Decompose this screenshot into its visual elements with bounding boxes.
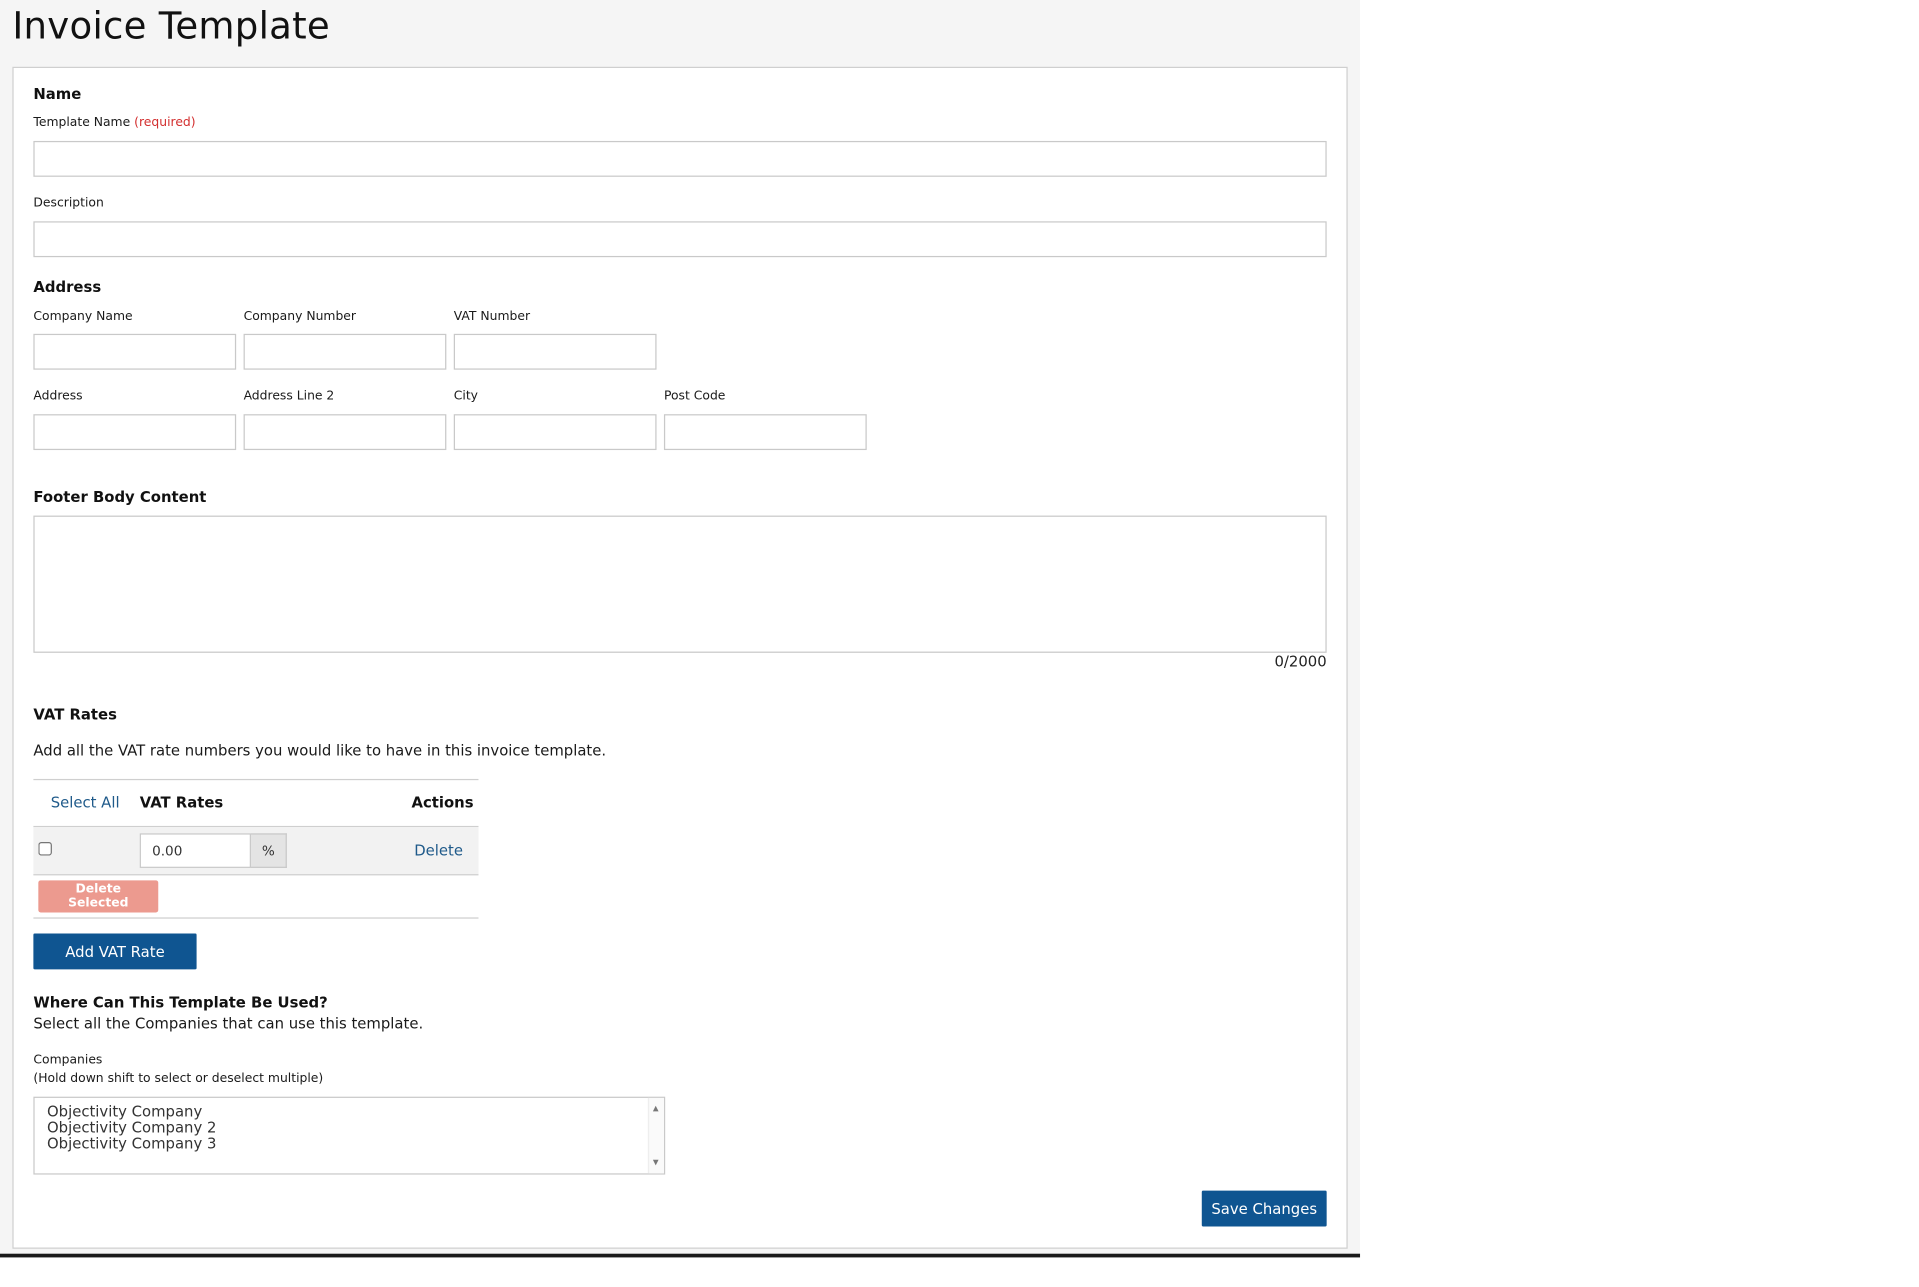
vat-rates-column-header: VAT Rates — [139, 793, 224, 812]
description-label: Description — [33, 196, 104, 211]
footer-section-heading: Footer Body Content — [33, 488, 207, 506]
scrollbar[interactable]: ▲ ▼ — [647, 1097, 664, 1174]
vat-number-input[interactable] — [453, 333, 657, 370]
company-name-input[interactable] — [33, 333, 237, 370]
required-indicator: (required) — [134, 116, 196, 130]
companies-multiselect[interactable]: Objectivity Company Objectivity Company … — [33, 1096, 666, 1175]
table-row: % Delete — [33, 827, 479, 876]
company-number-label: Company Number — [243, 310, 357, 324]
companies-hint: (Hold down shift to select or deselect m… — [33, 1071, 324, 1086]
add-vat-rate-button[interactable]: Add VAT Rate — [33, 933, 197, 970]
footer-body-textarea[interactable] — [33, 515, 1327, 653]
delete-row-link[interactable]: Delete — [414, 842, 463, 859]
company-name-label: Company Name — [33, 310, 133, 324]
vat-section-heading: VAT Rates — [33, 705, 117, 724]
vat-table-header: Select All VAT Rates Actions — [33, 780, 479, 828]
company-option[interactable]: Objectivity Company 3 — [47, 1136, 652, 1152]
select-all-link[interactable]: Select All — [51, 794, 120, 811]
form-card: Name Template Name (required) Descriptio… — [12, 66, 1348, 1249]
city-input[interactable] — [453, 414, 657, 451]
template-name-input[interactable] — [33, 140, 1327, 177]
scroll-down-icon[interactable]: ▼ — [653, 1155, 659, 1171]
post-code-input[interactable] — [663, 414, 867, 451]
vat-intro-text: Add all the VAT rate numbers you would l… — [33, 741, 607, 760]
description-input[interactable] — [33, 221, 1327, 258]
save-changes-button[interactable]: Save Changes — [1201, 1190, 1327, 1227]
bottom-divider — [0, 1253, 1361, 1258]
vat-rates-table: Select All VAT Rates Actions % Delete De… — [33, 778, 479, 919]
character-counter: 0/2000 — [1274, 652, 1327, 671]
page-wrapper: Invoice Template Name Template Name (req… — [0, 0, 1361, 1273]
address-label: Address — [33, 389, 83, 404]
company-number-input[interactable] — [243, 333, 447, 370]
delete-selected-button[interactable]: Delete Selected — [38, 880, 159, 913]
address-line2-input[interactable] — [243, 414, 447, 451]
page-title: Invoice Template — [12, 4, 330, 49]
usage-intro-text: Select all the Companies that can use th… — [33, 1015, 424, 1033]
company-option[interactable]: Objectivity Company — [47, 1103, 652, 1120]
name-section-heading: Name — [33, 85, 82, 103]
row-select-checkbox[interactable] — [38, 841, 52, 856]
address-section-heading: Address — [33, 278, 102, 296]
vat-rate-input[interactable] — [139, 833, 251, 868]
percent-addon: % — [250, 833, 287, 868]
company-option[interactable]: Objectivity Company 2 — [47, 1120, 652, 1136]
usage-section-heading: Where Can This Template Be Used? — [33, 994, 328, 1012]
actions-column-header: Actions — [411, 793, 474, 812]
address-input[interactable] — [33, 414, 237, 451]
template-name-label: Template Name (required) — [33, 116, 195, 130]
post-code-label: Post Code — [663, 389, 726, 404]
template-name-label-text: Template Name — [33, 116, 131, 130]
city-label: City — [453, 389, 479, 404]
companies-label: Companies — [33, 1053, 103, 1068]
scroll-up-icon[interactable]: ▲ — [653, 1100, 659, 1116]
vat-table-footer: Delete Selected — [33, 875, 479, 919]
address-line2-label: Address Line 2 — [243, 389, 335, 404]
vat-number-label: VAT Number — [453, 310, 531, 324]
